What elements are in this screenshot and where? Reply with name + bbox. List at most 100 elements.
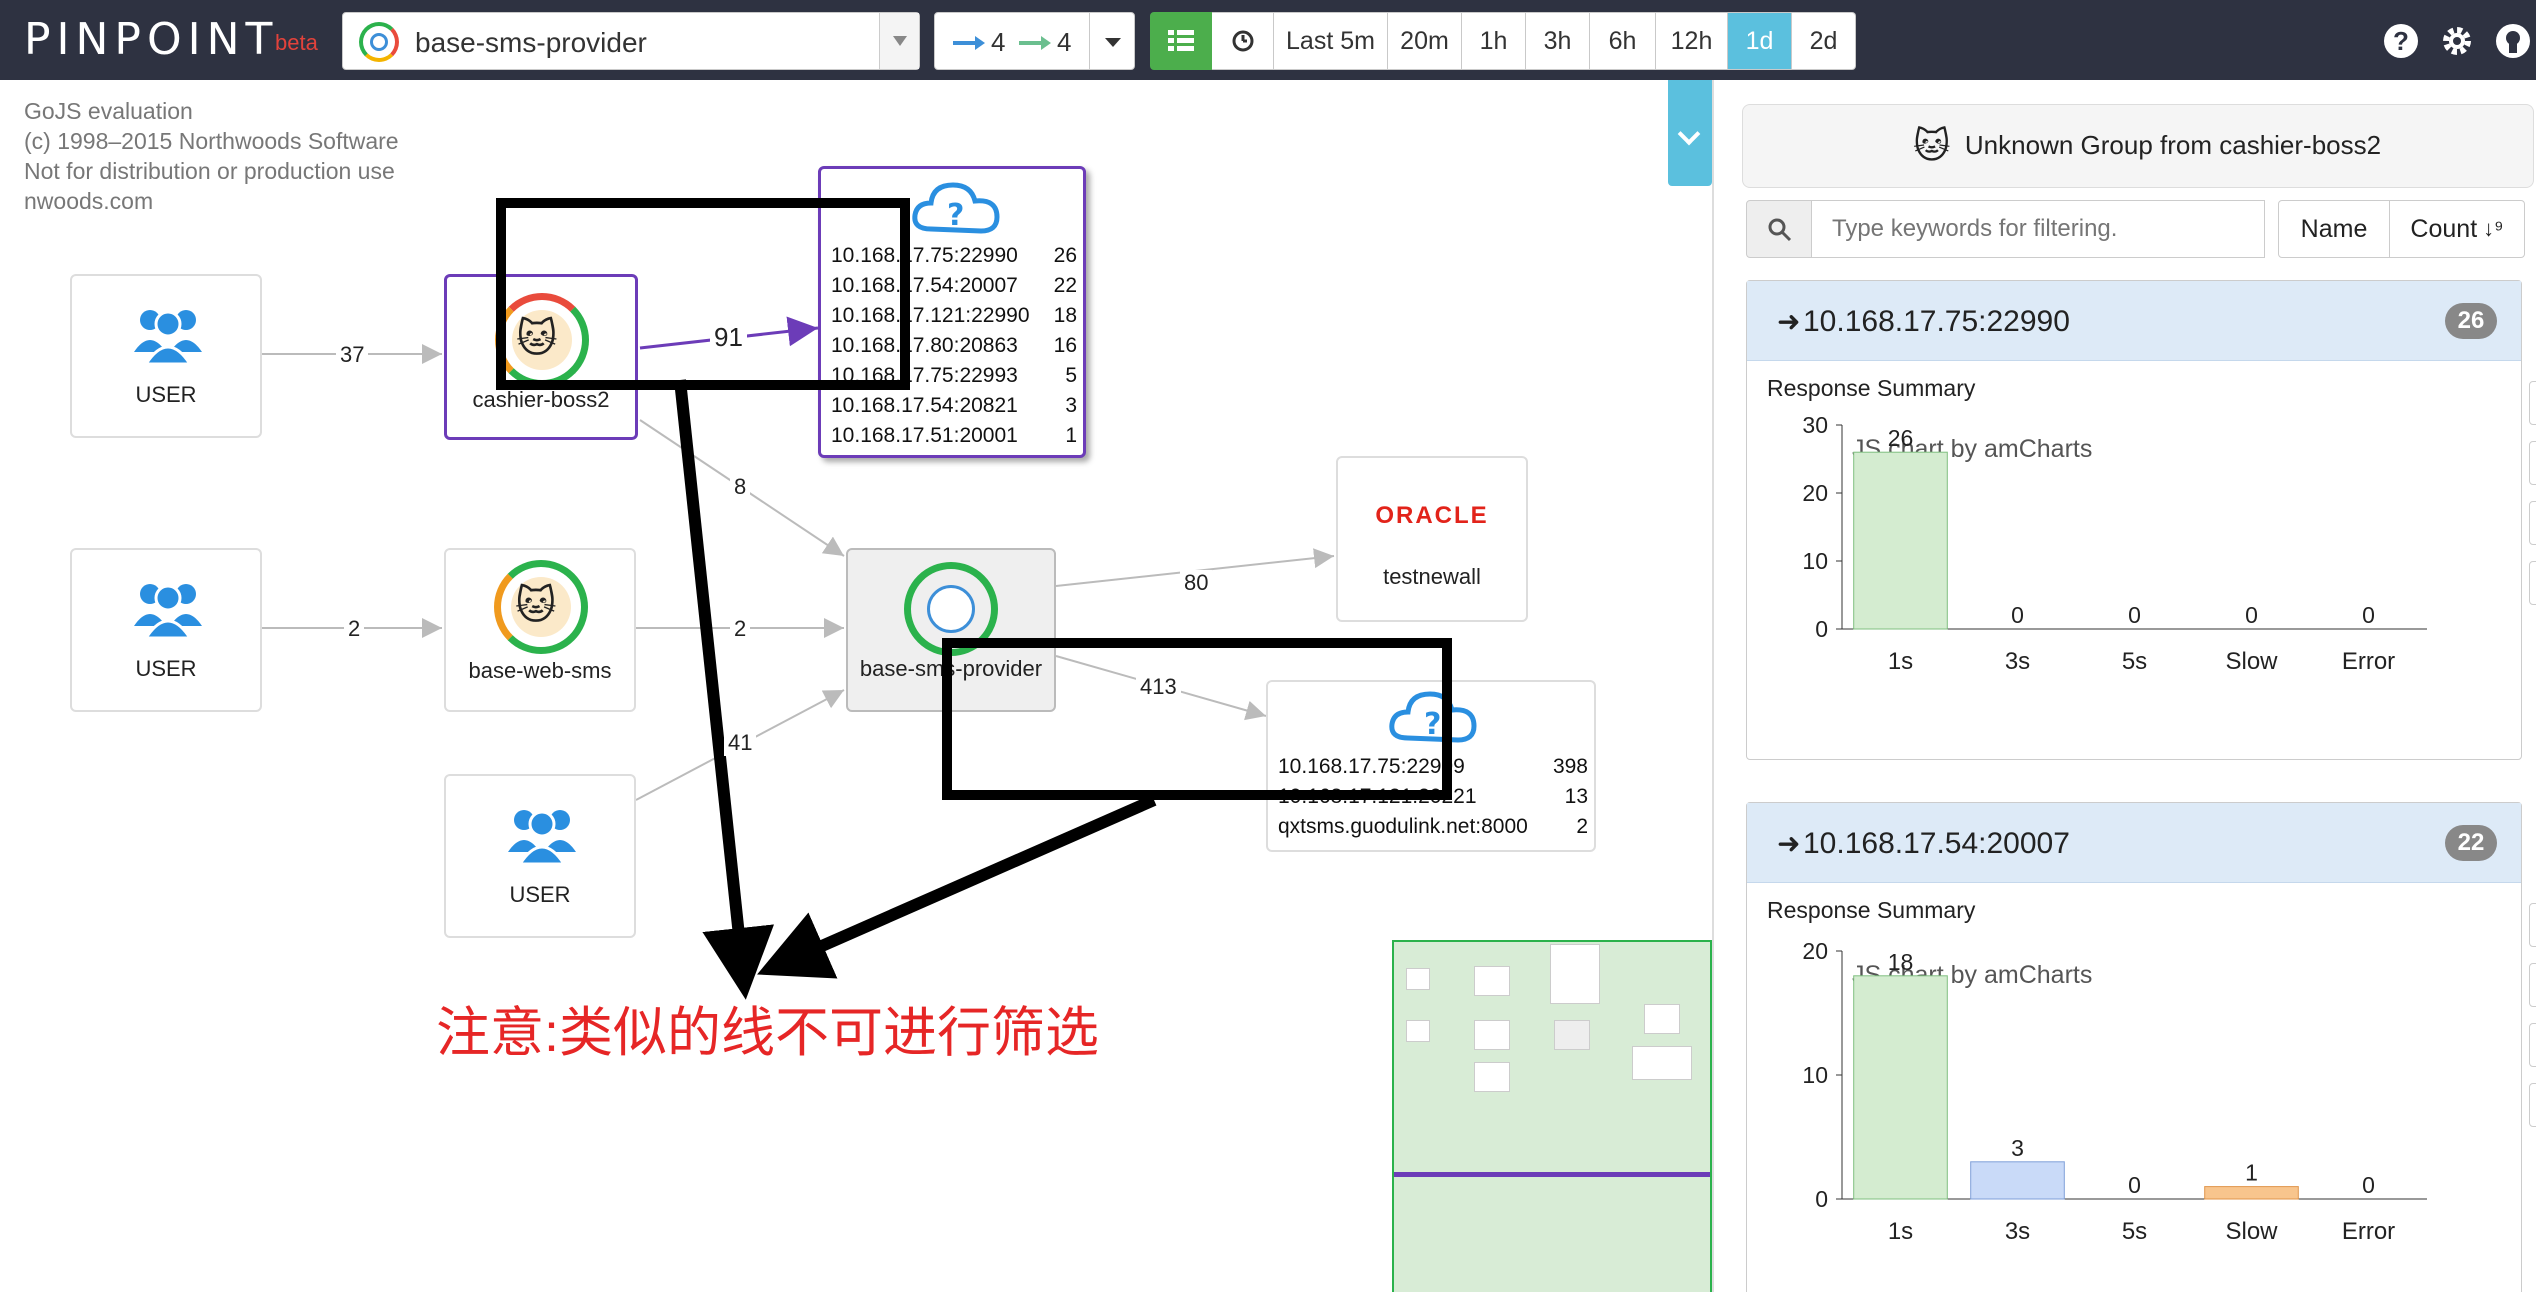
clock-icon bbox=[1232, 30, 1253, 52]
period-20m[interactable]: 20m bbox=[1388, 12, 1462, 70]
sort-by-name-button[interactable]: Name bbox=[2278, 200, 2390, 258]
period-1d[interactable]: 1d bbox=[1728, 12, 1792, 70]
pinpoint-logo[interactable]: PINPOINT bbox=[24, 14, 278, 65]
inbound-arrow-icon bbox=[953, 36, 985, 50]
beta-badge: beta bbox=[275, 30, 318, 55]
application-selector[interactable]: base-sms-provider bbox=[342, 12, 920, 70]
chevron-down-icon[interactable] bbox=[879, 13, 919, 69]
outbound-arrow-icon bbox=[1019, 36, 1051, 50]
outbound-depth-value: 4 bbox=[1057, 27, 1072, 57]
count-badge: 22 bbox=[2445, 825, 2497, 861]
arrow-right-icon: ➜ bbox=[1777, 828, 1801, 859]
info-button[interactable]: ⓘ bbox=[2529, 963, 2536, 1007]
node-label: testnewall bbox=[1383, 564, 1481, 589]
mini-node bbox=[1406, 1020, 1430, 1042]
collapse-panel-button[interactable] bbox=[1668, 80, 1712, 186]
data-label: 0 bbox=[2011, 602, 2024, 628]
card-header[interactable]: ➜ 10.168.17.54:20007 22 bbox=[1747, 803, 2521, 883]
filter-failed-button[interactable]: ⏷ bbox=[2529, 561, 2536, 605]
data-label: 0 bbox=[2128, 602, 2141, 628]
list-item: 10.168.17.54:20821 3 bbox=[831, 394, 1077, 417]
application-icon bbox=[359, 22, 399, 62]
chart-toggle-button[interactable]: ▮▮ bbox=[2529, 903, 2536, 947]
mini-node bbox=[1644, 1004, 1680, 1034]
sort-by-count-button[interactable]: Count ↓⁹ bbox=[2389, 200, 2525, 258]
data-label: 0 bbox=[2362, 1172, 2375, 1198]
data-label: 3 bbox=[2011, 1135, 2024, 1161]
node-label: USER bbox=[135, 656, 197, 681]
sort-desc-icon: ↓⁹ bbox=[2483, 216, 2504, 241]
edge-label-websms-provider[interactable]: 2 bbox=[730, 616, 751, 642]
count-badge: 26 bbox=[2445, 303, 2497, 339]
annotation-box-1 bbox=[496, 198, 910, 390]
chart-toggle-button[interactable]: ▮▮ bbox=[2529, 381, 2536, 425]
edge-label-user1-cashier[interactable]: 37 bbox=[336, 342, 369, 368]
node-label: USER bbox=[135, 382, 197, 407]
x-tick-label: Slow bbox=[2225, 648, 2278, 675]
x-tick-label: 1s bbox=[1888, 1218, 1913, 1245]
y-tick-label: 10 bbox=[1802, 1062, 1828, 1088]
period-6h[interactable]: 6h bbox=[1590, 12, 1656, 70]
clock-button[interactable] bbox=[1212, 12, 1274, 70]
users-icon bbox=[134, 310, 202, 366]
data-label: 1 bbox=[2245, 1160, 2258, 1186]
period-12h[interactable]: 12h bbox=[1656, 12, 1728, 70]
search-button[interactable] bbox=[1746, 200, 1812, 258]
map-overview[interactable] bbox=[1392, 940, 1712, 1292]
github-icon[interactable] bbox=[2496, 24, 2530, 58]
period-1h[interactable]: 1h bbox=[1462, 12, 1526, 70]
user-node-3[interactable]: USER bbox=[444, 774, 636, 938]
server-map-canvas[interactable]: GoJS evaluation (c) 1998–2015 Northwoods… bbox=[0, 80, 1712, 1292]
y-tick-label: 0 bbox=[1815, 1186, 1828, 1212]
filter-bar: Name Count ↓⁹ bbox=[1746, 200, 2525, 258]
bar-3s bbox=[1970, 1161, 2065, 1200]
help-icon[interactable]: ? bbox=[2384, 24, 2418, 58]
data-label: 0 bbox=[2245, 602, 2258, 628]
edge-label-cashier-provider[interactable]: 8 bbox=[730, 474, 751, 500]
top-navigation-bar: PINPOINT beta base-sms-provider 4 4 Last… bbox=[0, 0, 2536, 80]
server-card-1: ➜ 10.168.17.75:22990 26 Response Summary… bbox=[1746, 280, 2536, 760]
base-web-sms-node[interactable]: 🐱 base-web-sms bbox=[444, 548, 636, 712]
mini-node bbox=[1554, 1020, 1590, 1050]
card-header[interactable]: ➜ 10.168.17.75:22990 26 bbox=[1747, 281, 2521, 361]
period-last-5m[interactable]: Last 5m bbox=[1274, 12, 1388, 70]
svg-text:?: ? bbox=[947, 198, 964, 233]
oracle-logo: ORACLE bbox=[1375, 502, 1489, 529]
sort-count-label: Count bbox=[2410, 214, 2478, 243]
card-host: 10.168.17.75:22990 bbox=[1803, 305, 2070, 338]
filter-failed-button[interactable]: ⏷ bbox=[2529, 1083, 2536, 1127]
edge-label-user2-websms[interactable]: 2 bbox=[344, 616, 365, 642]
x-tick-label: 3s bbox=[2005, 648, 2030, 675]
filter-success-button[interactable]: ⏷ bbox=[2529, 1023, 2536, 1067]
server-card-2: ➜ 10.168.17.54:20007 22 Response Summary… bbox=[1746, 802, 2536, 1292]
period-3h[interactable]: 3h bbox=[1526, 12, 1590, 70]
x-tick-label: 1s bbox=[1888, 648, 1913, 675]
data-label: 18 bbox=[1888, 949, 1914, 975]
tomcat-icon: 🐱 bbox=[494, 560, 588, 654]
gear-icon[interactable] bbox=[2440, 24, 2474, 58]
mini-node bbox=[1474, 1020, 1510, 1050]
user-node-2[interactable]: USER bbox=[70, 548, 262, 712]
user-node-1[interactable]: USER bbox=[70, 274, 262, 438]
annotation-arrow-2 bbox=[757, 794, 1157, 979]
y-tick-label: 20 bbox=[1802, 480, 1828, 506]
bar-slow bbox=[2204, 1186, 2299, 1200]
x-tick-label: Error bbox=[2342, 648, 2395, 675]
bar-1s bbox=[1853, 451, 1948, 630]
search-depth-box[interactable]: 4 4 bbox=[934, 12, 1090, 70]
period-2d[interactable]: 2d bbox=[1792, 12, 1856, 70]
response-summary-label: Response Summary bbox=[1767, 375, 1976, 401]
list-item: qxtsms.guodulink.net:8000 2 bbox=[1278, 815, 1588, 838]
node-label: cashier-boss2 bbox=[472, 387, 610, 412]
depth-dropdown-button[interactable] bbox=[1089, 12, 1135, 70]
edge-label-provider-oracle[interactable]: 80 bbox=[1180, 570, 1213, 596]
period-selector: Last 5m 20m 1h 3h 6h 12h 1d 2d bbox=[1150, 12, 1856, 70]
realtime-list-button[interactable] bbox=[1150, 12, 1212, 70]
info-button[interactable]: ⓘ bbox=[2529, 441, 2536, 485]
oracle-node[interactable]: ORACLE testnewall bbox=[1336, 456, 1528, 622]
filter-input[interactable] bbox=[1811, 200, 2265, 258]
edge-label-user3-provider[interactable]: 41 bbox=[724, 730, 757, 756]
x-tick-label: Slow bbox=[2225, 1218, 2278, 1245]
filter-success-button[interactable]: ⏷ bbox=[2529, 501, 2536, 545]
y-tick-label: 30 bbox=[1802, 412, 1828, 438]
